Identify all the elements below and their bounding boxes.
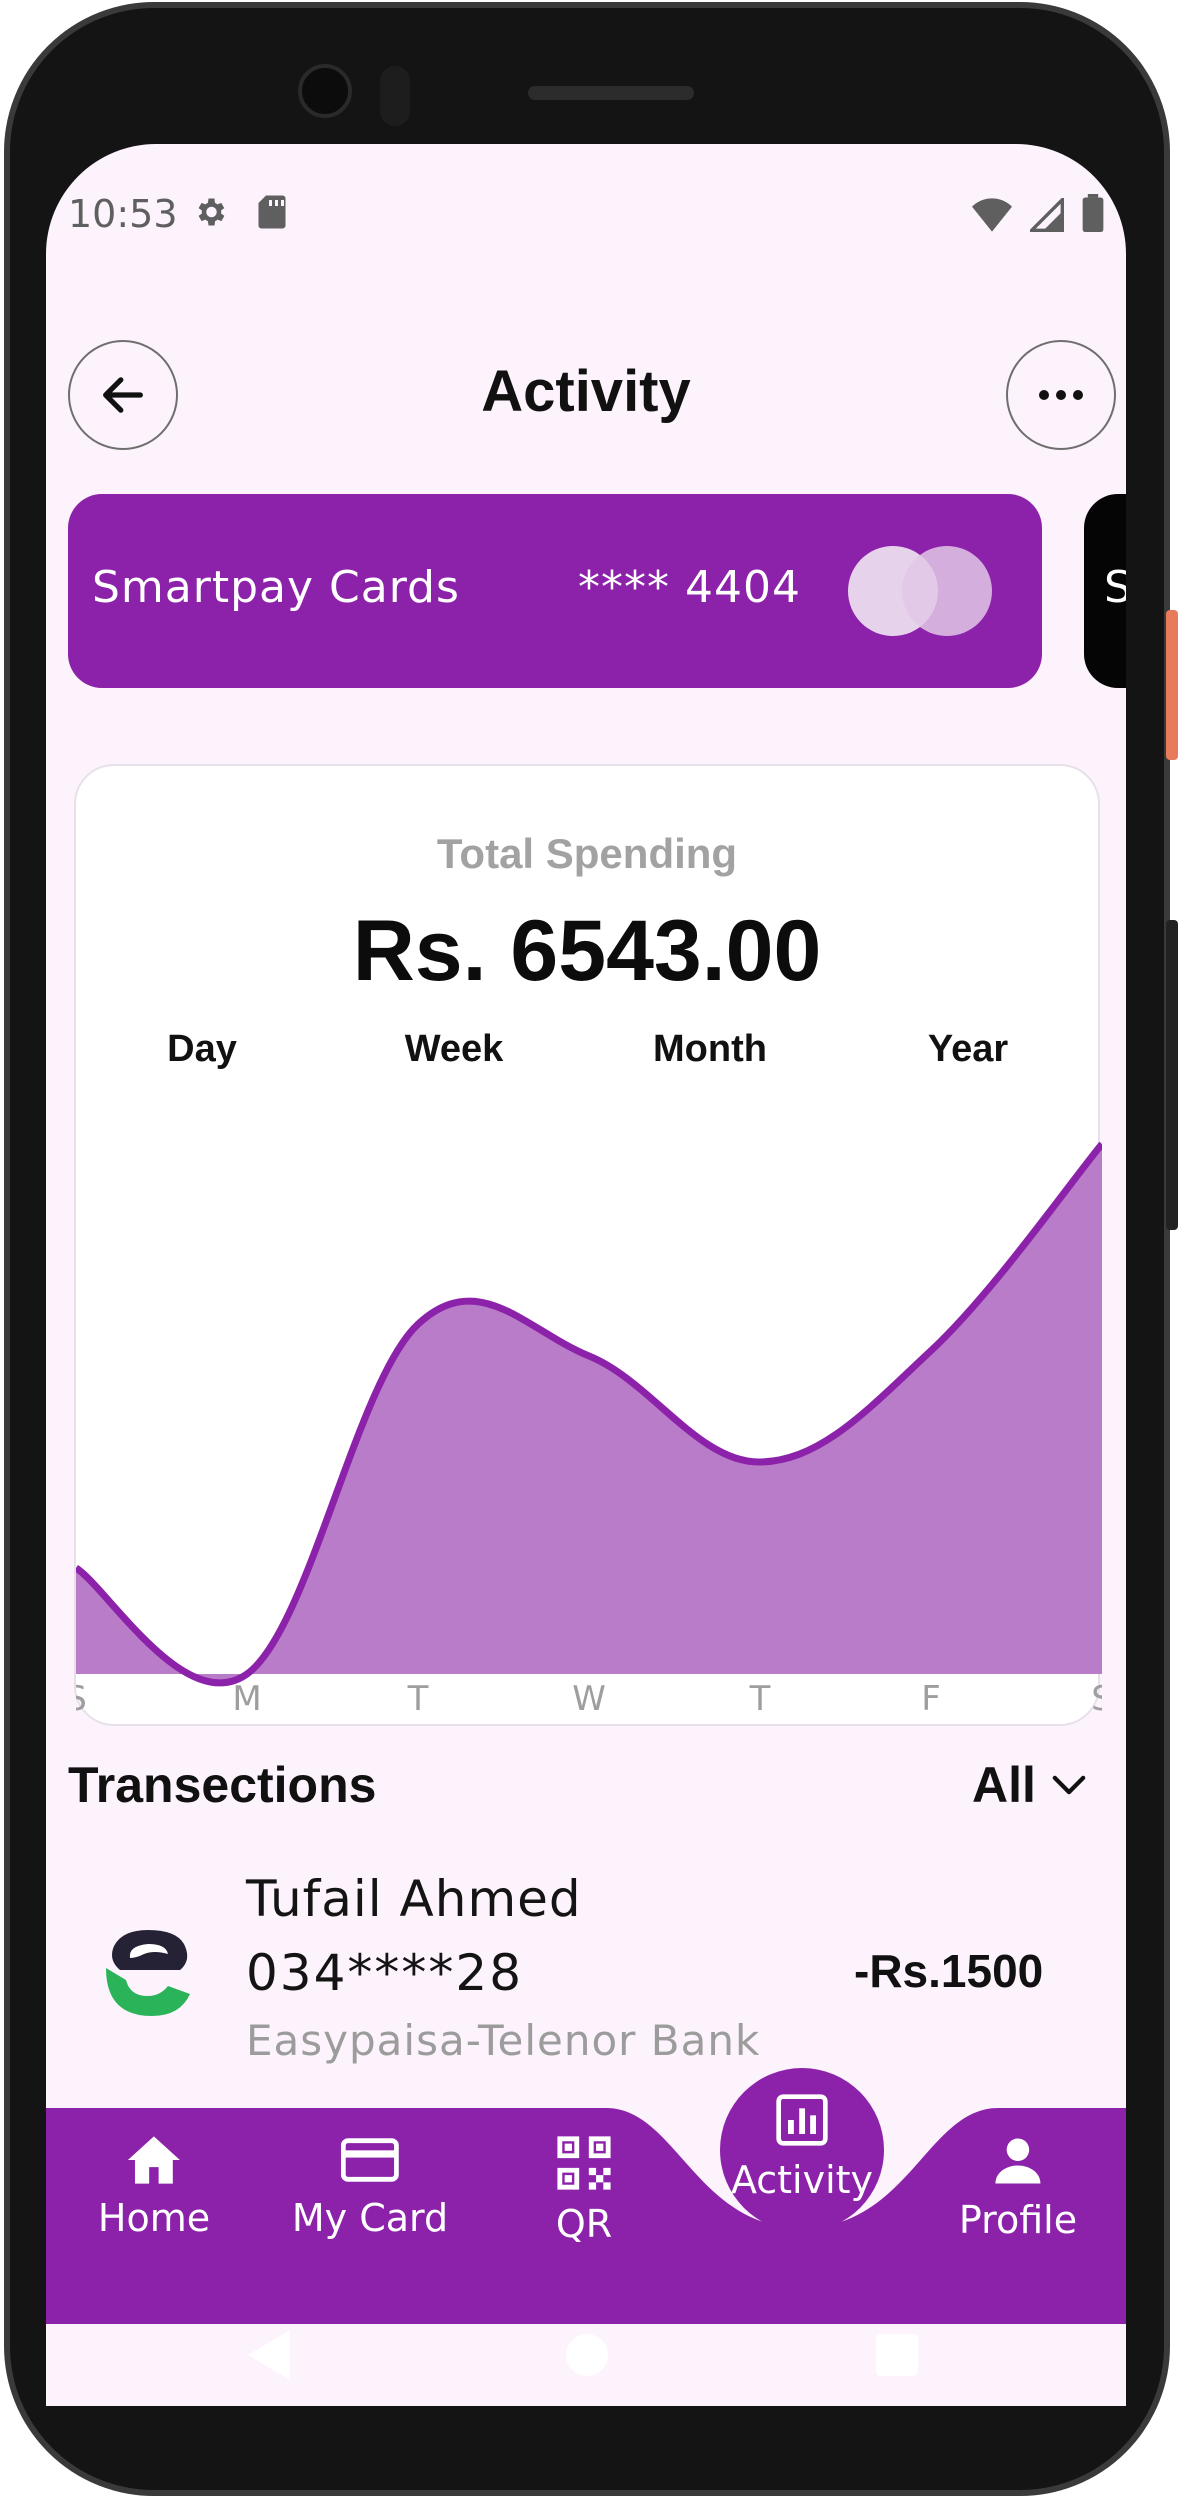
transaction-amount: -Rs.1500 [854,1945,1044,1997]
nav-profile-label: Profile [958,2198,1078,2242]
system-navigation-bar [248,2330,918,2380]
more-horizontal-icon [1039,390,1083,400]
bar-chart-icon [776,2094,828,2146]
spending-chart: SMTWTFS [76,1141,1102,1719]
card-number: **** 4404 [578,562,801,613]
credit-card-icon [341,2138,399,2182]
nav-home[interactable]: Home [98,2134,210,2240]
filter-label: All [972,1757,1036,1813]
card-name: Smartpay Cards [92,562,460,613]
next-card-name: S [1104,562,1126,613]
nav-qr-label: QR [555,2202,613,2246]
more-options-button[interactable] [1006,340,1116,450]
earpiece-speaker [528,86,694,100]
signal-icon [1030,198,1064,232]
home-icon [128,2136,180,2184]
x-tick-label: F [921,1679,941,1719]
transaction-account: 034****28 [246,1944,524,2002]
spending-card: Total Spending Rs. 6543.00 Day Week Mont… [74,764,1102,1726]
x-tick-label: S [1091,1679,1102,1719]
transaction-name: Tufail Ahmed [246,1870,582,1928]
back-triangle-icon[interactable] [248,2330,290,2380]
status-time: 10:53 [68,192,178,236]
front-camera [298,64,352,118]
x-tick-label: M [232,1679,261,1719]
home-circle-icon[interactable] [566,2334,608,2376]
x-tick-label: T [749,1679,771,1719]
wifi-icon [972,198,1012,232]
transaction-bank: Easypaisa-Telenor Bank [246,2016,761,2065]
nav-home-label: Home [97,2196,211,2240]
page-title: Activity [481,359,691,424]
next-card[interactable]: S [1084,494,1126,688]
x-tick-label: T [407,1679,429,1719]
smartpay-card[interactable]: Smartpay Cards **** 4404 [68,494,1042,688]
nav-profile[interactable]: Profile [959,2134,1077,2242]
x-tick-label: W [572,1679,606,1719]
sd-card-icon [258,195,286,229]
battery-icon [1082,194,1104,232]
chart-area-fill [76,1144,1102,1683]
recents-square-icon[interactable] [876,2334,918,2376]
easypaisa-logo [106,1930,190,2016]
nav-my-card[interactable]: My Card [292,2134,448,2240]
transactions-filter-dropdown[interactable]: All [972,1756,1086,1814]
settings-icon [198,198,225,226]
card-brand-logo-circle [902,546,992,636]
nav-activity-label: Activity [730,2158,874,2202]
app-screen: 10:53 Activity Smartpay Cards **** 4404 … [46,144,1126,2406]
status-right-icons [972,194,1104,232]
nav-qr[interactable]: QR [555,2134,613,2246]
volume-button [1166,920,1178,1230]
nav-my-card-label: My Card [291,2196,449,2240]
person-icon [995,2138,1041,2184]
qr-code-icon [557,2136,611,2190]
proximity-sensor [380,66,410,126]
transactions-heading: Transections [68,1757,377,1813]
power-button [1166,610,1178,760]
status-left-icons [192,194,288,230]
chevron-down-icon [1052,1775,1086,1795]
x-tick-label: S [76,1679,87,1719]
